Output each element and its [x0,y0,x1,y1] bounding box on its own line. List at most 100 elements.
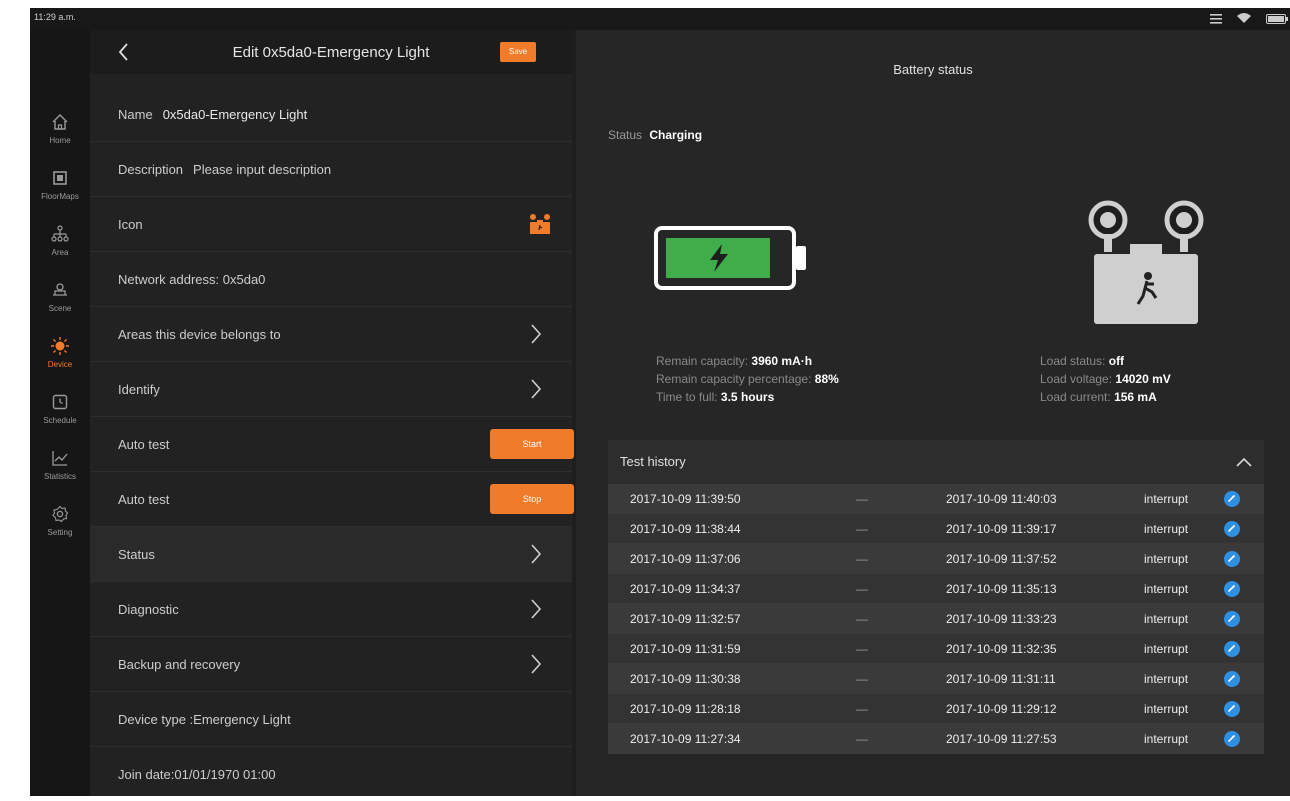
name-row[interactable]: Name 0x5da0-Emergency Light [90,87,572,142]
diagnostic-row[interactable]: Diagnostic [90,582,572,637]
separator: — [856,642,868,656]
test-history-title: Test history [620,454,686,469]
stop-button[interactable]: Stop [490,484,574,514]
load-status-value: off [1108,354,1125,368]
separator: — [856,582,868,596]
join-date-row: Join date:01/01/1970 01:00 [90,747,572,796]
wifi-icon [1236,11,1252,29]
battery-icon [654,226,814,295]
sidebar-item-statistics[interactable]: Statistics [30,436,90,492]
network-address-text: Network address: 0x5da0 [118,271,266,287]
chevron-right-icon [531,654,542,674]
result-text: interrupt [1144,642,1189,656]
check-icon [1224,521,1240,537]
panel-title: Battery status [893,62,973,77]
table-row[interactable]: 2017-10-09 11:34:37 — 2017-10-09 11:35:13 i… [608,574,1264,604]
start-time: 2017-10-09 11:27:34 [630,732,741,746]
chevron-right-icon [531,599,542,619]
table-row[interactable]: 2017-10-09 11:27:34 — 2017-10-09 11:27:53 i… [608,724,1264,754]
sidebar-item-setting[interactable]: Setting [30,492,90,548]
separator: — [856,492,868,506]
table-row[interactable]: 2017-10-09 11:31:59 — 2017-10-09 11:32:35 i… [608,634,1264,664]
areas-label: Areas this device belongs to [118,326,281,342]
chart-icon [49,447,71,469]
load-voltage-value: 14020 mV [1115,372,1171,386]
table-row[interactable]: 2017-10-09 11:39:50 — 2017-10-09 11:40:03 i… [608,484,1264,514]
chevron-up-icon[interactable] [1234,454,1254,470]
time-to-full-label: Time to full: [656,390,718,404]
join-date-text: Join date:01/01/1970 01:00 [118,767,276,782]
back-button[interactable] [112,38,136,66]
table-row[interactable]: 2017-10-09 11:32:57 — 2017-10-09 11:33:23 i… [608,604,1264,634]
sidebar-item-area[interactable]: Area [30,212,90,268]
emergency-light-graphic [1086,198,1206,333]
sidebar-item-home[interactable]: Home [30,100,90,156]
sidebar-item-label: Device [47,360,73,369]
sidebar-item-schedule[interactable]: Schedule [30,380,90,436]
network-address-row: Network address: 0x5da0 [90,252,572,307]
emergency-light-icon[interactable] [528,213,552,240]
remain-pct-label: Remain capacity percentage: [656,372,812,386]
sidebar-item-label: FloorMaps [41,192,79,201]
check-icon [1224,641,1240,657]
device-icon [49,335,71,357]
status-row[interactable]: Status [90,527,572,582]
table-row[interactable]: 2017-10-09 11:28:18 — 2017-10-09 11:29:12 i… [608,694,1264,724]
end-time: 2017-10-09 11:31:11 [946,672,1056,686]
sidebar-item-scene[interactable]: Scene [30,268,90,324]
floormap-icon [49,167,71,189]
status-label: Status [118,546,155,562]
separator: — [856,672,868,686]
load-current-value: 156 mA [1114,390,1157,404]
home-icon [49,111,71,133]
sidebar-item-floormaps[interactable]: FloorMaps [30,156,90,212]
time-to-full-value: 3.5 hours [720,390,775,404]
clock-icon [49,391,71,413]
separator: — [856,552,868,566]
table-row[interactable]: 2017-10-09 11:37:06 — 2017-10-09 11:37:52 i… [608,544,1264,574]
backup-label: Backup and recovery [118,656,241,672]
description-field[interactable]: Please input description [193,162,331,177]
check-icon [1224,701,1240,717]
test-history-header[interactable]: Test history [608,440,1264,484]
separator: — [856,612,868,626]
areas-row[interactable]: Areas this device belongs to [90,307,572,362]
charging-status: Status Charging [608,128,702,142]
test-history-list: 2017-10-09 11:39:50 — 2017-10-09 11:40:03 i… [608,484,1264,754]
name-field[interactable]: 0x5da0-Emergency Light [163,107,308,122]
remain-capacity-value: 3960 mA·h [751,354,813,368]
remain-capacity-label: Remain capacity: [656,354,749,368]
auto-test-label: Auto test [118,436,170,452]
end-time: 2017-10-09 11:35:13 [946,582,1057,596]
load-info: Load status: off Load voltage: 14020 mV … [1040,352,1171,406]
icon-row[interactable]: Icon [90,197,572,252]
start-time: 2017-10-09 11:30:38 [630,672,741,686]
check-icon [1224,731,1240,747]
load-current-label: Load current: [1040,390,1111,404]
sidebar-item-label: Schedule [43,416,77,425]
end-time: 2017-10-09 11:27:53 [946,732,1057,746]
table-row[interactable]: 2017-10-09 11:38:44 — 2017-10-09 11:39:17 i… [608,514,1264,544]
end-time: 2017-10-09 11:29:12 [946,702,1057,716]
check-icon [1224,491,1240,507]
description-row[interactable]: Description Please input description [90,142,572,197]
chevron-left-icon [118,43,128,61]
result-text: interrupt [1144,612,1189,626]
chevron-right-icon [531,379,542,399]
end-time: 2017-10-09 11:39:17 [946,522,1057,536]
system-icons [1210,11,1288,29]
save-button[interactable]: Save [500,42,536,62]
start-time: 2017-10-09 11:32:57 [630,612,741,626]
capacity-info: Remain capacity: 3960 mA·h Remain capaci… [656,352,839,406]
start-button[interactable]: Start [490,429,574,459]
table-row[interactable]: 2017-10-09 11:30:38 — 2017-10-09 11:31:11 i… [608,664,1264,694]
identify-row[interactable]: Identify [90,362,572,417]
device-type-text: Device type :Emergency Light [118,711,291,727]
panel-header: Edit 0x5da0-Emergency Light Save [90,30,572,74]
sidebar-item-label: Setting [47,528,73,537]
result-text: interrupt [1144,732,1189,746]
sidebar-item-label: Area [51,248,69,257]
sidebar-item-device[interactable]: Device [30,324,90,380]
load-status-label: Load status: [1040,354,1106,368]
backup-row[interactable]: Backup and recovery [90,637,572,692]
